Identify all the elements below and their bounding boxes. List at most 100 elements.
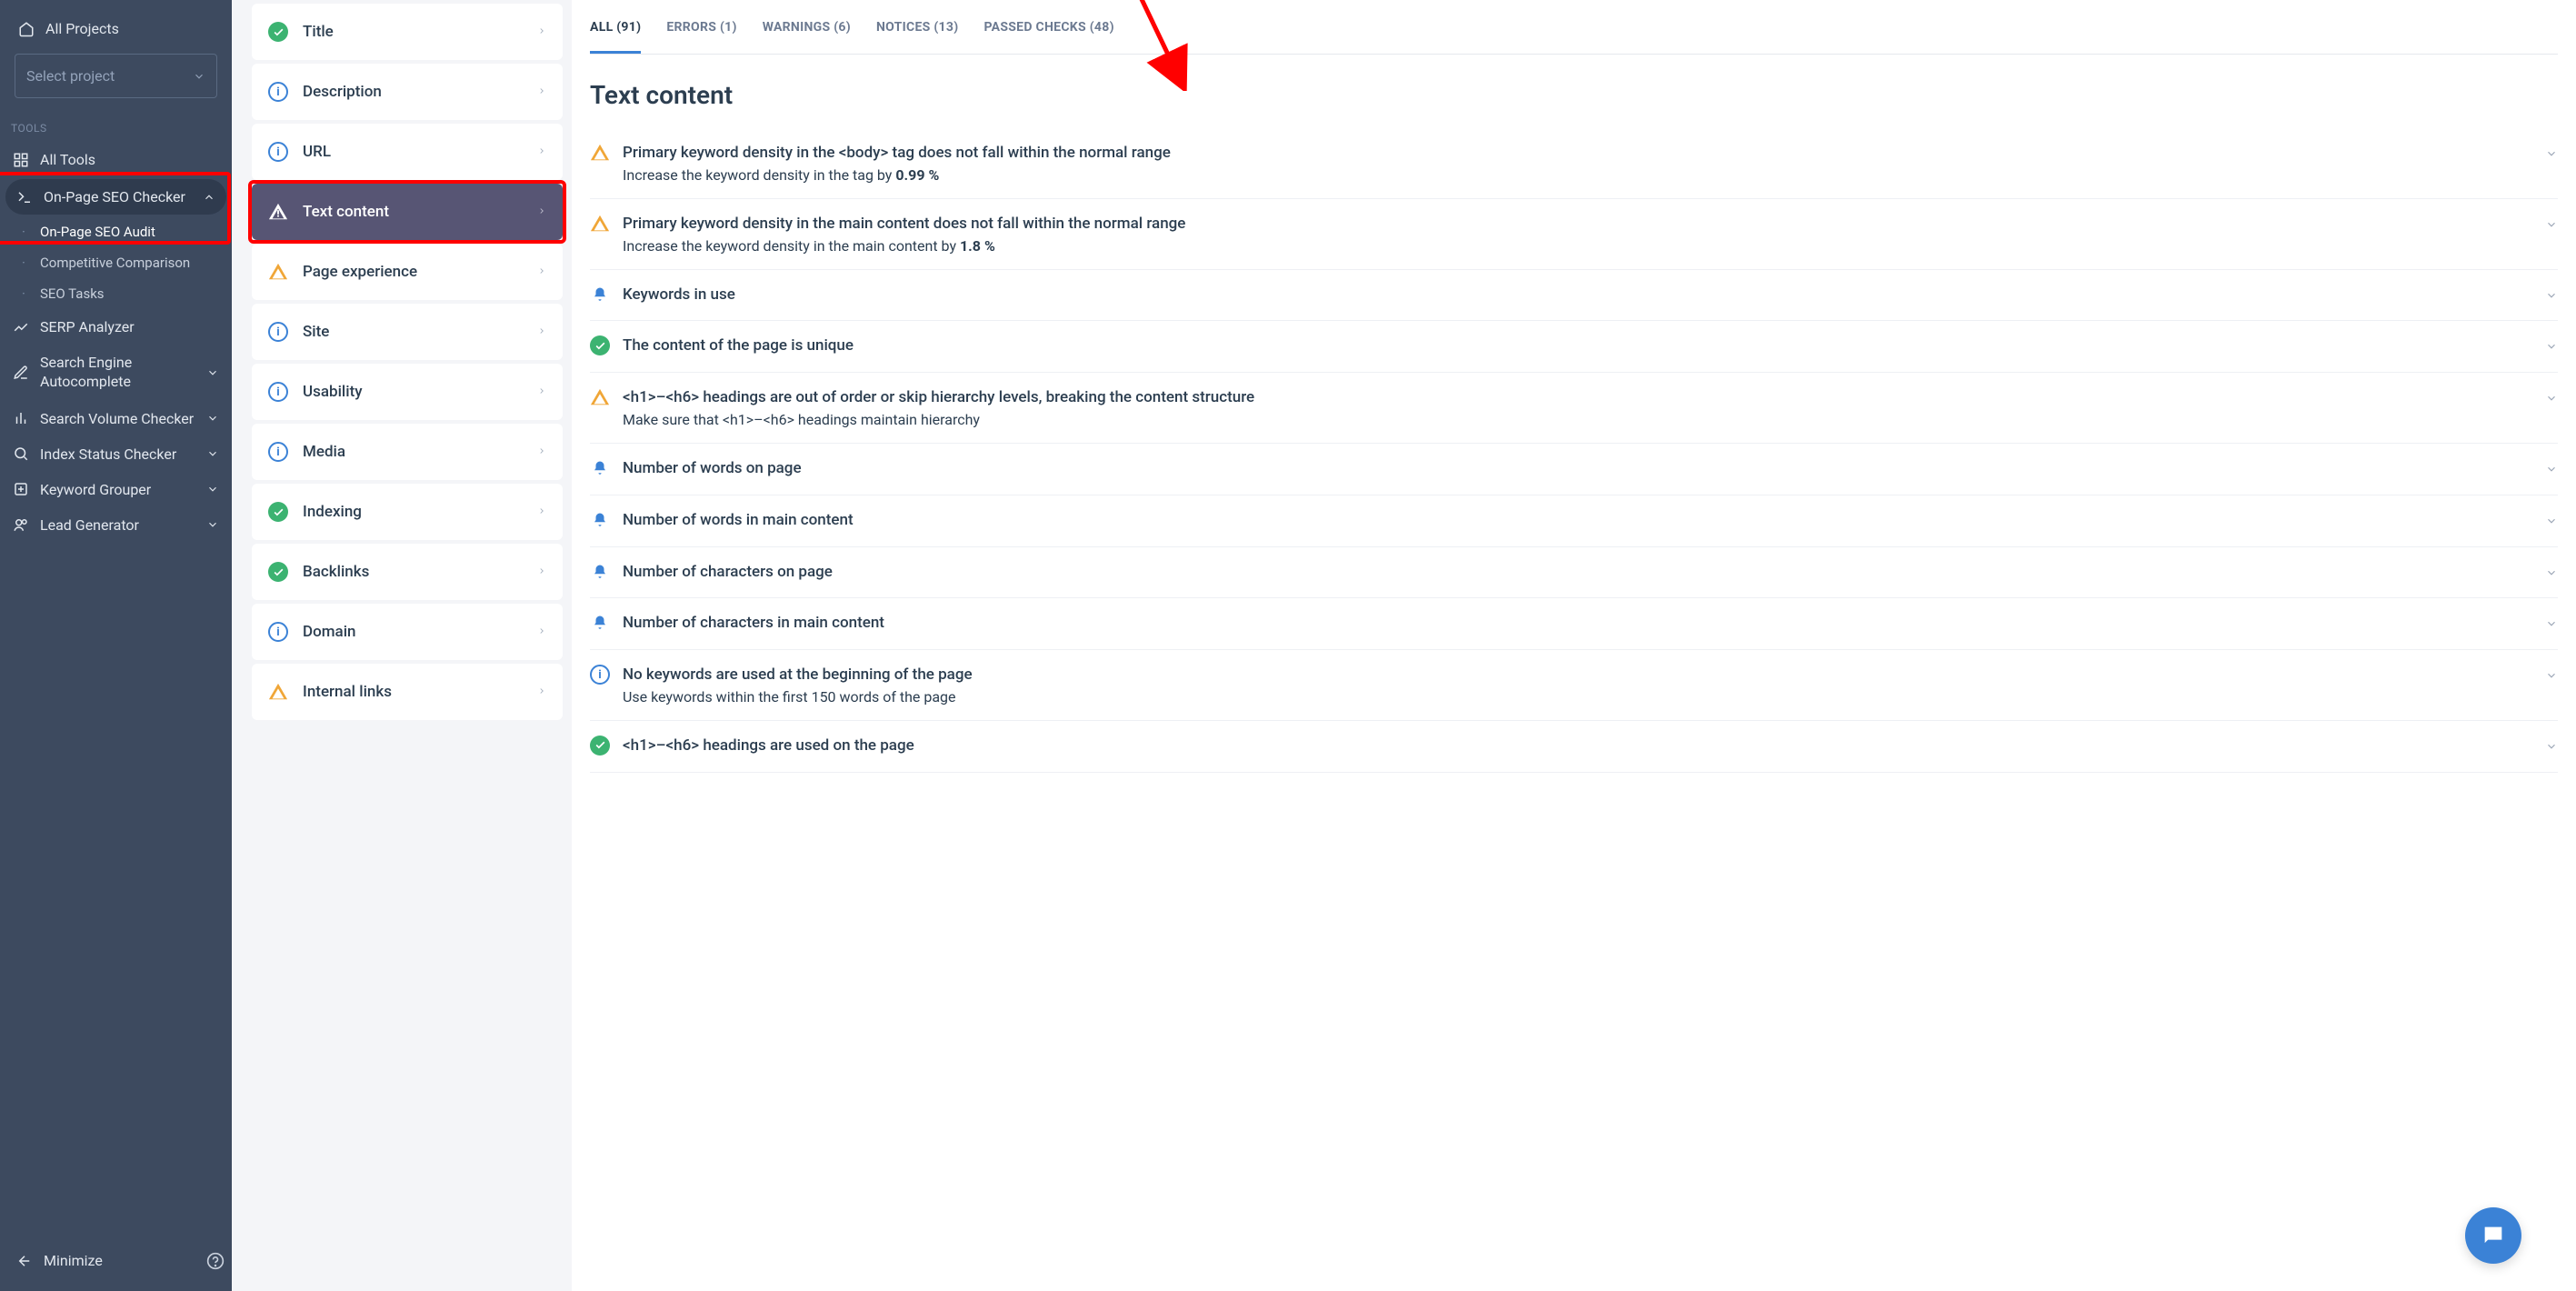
search-icon <box>13 445 29 462</box>
sidebar-item-on-page-seo-checker[interactable]: On-Page SEO Checker <box>5 179 226 215</box>
info-icon: i <box>268 622 288 642</box>
chevron-right-icon <box>537 444 546 461</box>
chevron-down-icon[interactable] <box>2545 214 2558 235</box>
bell-icon <box>590 510 610 530</box>
category-indexing[interactable]: Indexing <box>252 484 563 540</box>
issue-subtitle: Use keywords within the first 150 words … <box>623 688 2532 706</box>
plus-doc-icon <box>13 481 29 497</box>
category-site[interactable]: iSite <box>252 304 563 360</box>
category-page-experience[interactable]: Page experience <box>252 244 563 300</box>
check-icon <box>590 335 610 355</box>
chat-button[interactable] <box>2465 1207 2521 1264</box>
category-label: Title <box>303 23 334 41</box>
category-backlinks[interactable]: Backlinks <box>252 544 563 600</box>
category-text-content[interactable]: Text content <box>252 184 563 240</box>
chat-icon <box>2481 1223 2506 1248</box>
chevron-down-icon[interactable] <box>2545 510 2558 531</box>
category-media[interactable]: iMedia <box>252 424 563 480</box>
category-internal-links[interactable]: Internal links <box>252 664 563 720</box>
category-label: Media <box>303 443 345 461</box>
sidebar-item-label: On-Page SEO Checker <box>44 188 185 205</box>
chevron-down-icon[interactable] <box>2545 335 2558 356</box>
info-icon: i <box>268 142 288 162</box>
issue-row[interactable]: Primary keyword density in the main cont… <box>590 199 2558 270</box>
sidebar-subitem-comparison[interactable]: Competitive Comparison <box>0 247 232 278</box>
sidebar-item-lead-generator[interactable]: Lead Generator <box>0 507 232 543</box>
project-select-placeholder: Select project <box>26 67 115 85</box>
sidebar-item-label: All Tools <box>40 151 95 168</box>
issue-row[interactable]: Primary keyword density in the <body> ta… <box>590 128 2558 199</box>
category-label: Backlinks <box>303 563 369 581</box>
chevron-up-icon <box>203 191 215 204</box>
chevron-down-icon <box>206 447 219 460</box>
sidebar-item-volume-checker[interactable]: Search Volume Checker <box>0 401 232 436</box>
chevron-down-icon[interactable] <box>2545 665 2558 686</box>
bell-icon <box>590 613 610 633</box>
category-label: Description <box>303 83 382 101</box>
bell-icon <box>590 285 610 305</box>
chevron-right-icon <box>537 324 546 341</box>
tab-errors[interactable]: ERRORS (1) <box>666 20 736 54</box>
issue-row[interactable]: Number of words on page <box>590 444 2558 495</box>
chevron-down-icon[interactable] <box>2545 143 2558 164</box>
highlight-box <box>248 180 566 244</box>
category-usability[interactable]: iUsability <box>252 364 563 420</box>
chevron-right-icon <box>537 24 546 41</box>
minimize-button[interactable]: Minimize <box>7 1246 112 1275</box>
issue-row[interactable]: Number of characters in main content <box>590 598 2558 650</box>
users-icon <box>13 516 29 533</box>
issue-row[interactable]: iNo keywords are used at the beginning o… <box>590 650 2558 721</box>
chevron-down-icon[interactable] <box>2545 285 2558 305</box>
chevron-down-icon <box>206 483 219 495</box>
chevron-right-icon <box>537 204 546 221</box>
category-url[interactable]: iURL <box>252 124 563 180</box>
issue-title: Primary keyword density in the main cont… <box>623 214 2532 235</box>
issue-title: <h1>–<h6> headings are used on the page <box>623 736 2532 757</box>
sidebar-item-serp-analyzer[interactable]: SERP Analyzer <box>0 309 232 345</box>
issue-title: Number of words in main content <box>623 510 2532 532</box>
issues-list: Primary keyword density in the <body> ta… <box>590 128 2558 773</box>
issue-row[interactable]: Number of words in main content <box>590 495 2558 547</box>
issue-row[interactable]: Number of characters on page <box>590 547 2558 599</box>
chevron-right-icon <box>537 624 546 641</box>
issue-row[interactable]: <h1>–<h6> headings are used on the page <box>590 721 2558 773</box>
category-title[interactable]: Title <box>252 4 563 60</box>
sidebar-item-label: Keyword Grouper <box>40 481 151 498</box>
page-title: Text content <box>590 55 2558 128</box>
all-projects-link[interactable]: All Projects <box>7 11 225 46</box>
sidebar-item-keyword-grouper[interactable]: Keyword Grouper <box>0 472 232 507</box>
issue-row[interactable]: <h1>–<h6> headings are out of order or s… <box>590 373 2558 444</box>
sidebar-item-autocomplete[interactable]: Search Engine Autocomplete <box>0 345 232 401</box>
help-icon[interactable] <box>206 1252 225 1270</box>
category-description[interactable]: iDescription <box>252 64 563 120</box>
chevron-down-icon[interactable] <box>2545 387 2558 408</box>
tab-warnings[interactable]: WARNINGS (6) <box>763 20 851 54</box>
chevron-down-icon[interactable] <box>2545 562 2558 583</box>
tab-notices[interactable]: NOTICES (13) <box>876 20 958 54</box>
warning-icon <box>268 682 288 702</box>
sidebar-item-all-tools[interactable]: All Tools <box>0 142 232 177</box>
sidebar-subitem-tasks[interactable]: SEO Tasks <box>0 278 232 309</box>
sidebar-item-index-checker[interactable]: Index Status Checker <box>0 436 232 472</box>
category-domain[interactable]: iDomain <box>252 604 563 660</box>
chevron-down-icon[interactable] <box>2545 736 2558 756</box>
issue-subtitle: Increase the keyword density in the tag … <box>623 166 2532 184</box>
issue-subtitle: Increase the keyword density in the main… <box>623 237 2532 255</box>
sidebar-item-label: Search Engine Autocomplete <box>40 354 195 392</box>
sidebar-subitem-audit[interactable]: On-Page SEO Audit <box>0 216 232 247</box>
category-label: Usability <box>303 383 363 401</box>
issue-row[interactable]: The content of the page is unique <box>590 321 2558 373</box>
chevron-down-icon[interactable] <box>2545 613 2558 634</box>
warning-icon <box>590 387 610 407</box>
project-select[interactable]: Select project <box>15 54 217 98</box>
tab-all[interactable]: ALL (91) <box>590 20 641 54</box>
chevron-down-icon <box>206 518 219 531</box>
issue-row[interactable]: Keywords in use <box>590 270 2558 322</box>
chart-icon <box>13 319 29 335</box>
tab-passed[interactable]: PASSED CHECKS (48) <box>983 20 1113 54</box>
chevron-down-icon <box>206 366 219 379</box>
category-label: Text content <box>303 203 389 221</box>
category-label: Page experience <box>303 263 417 281</box>
issue-title: The content of the page is unique <box>623 335 2532 357</box>
chevron-down-icon[interactable] <box>2545 458 2558 479</box>
